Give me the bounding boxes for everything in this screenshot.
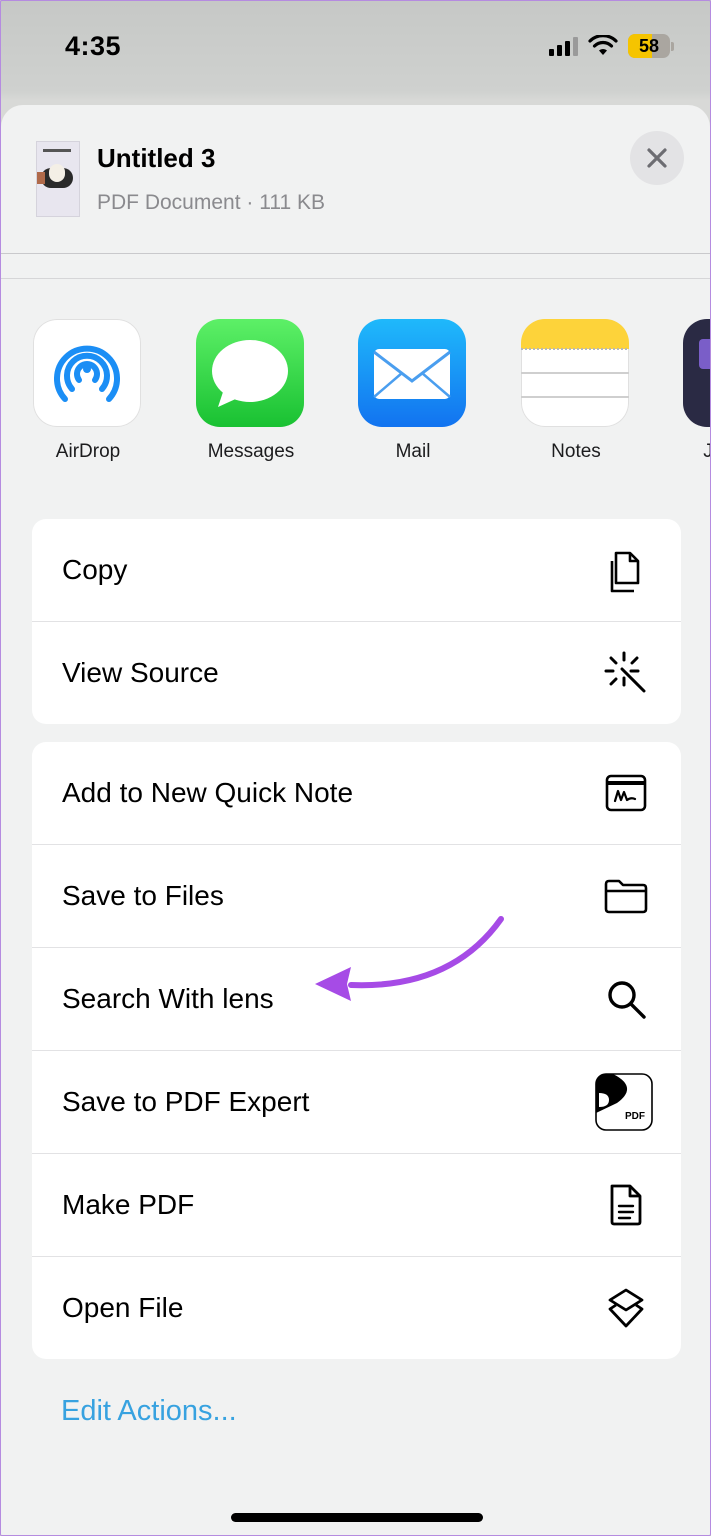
- action-label: Save to Files: [62, 880, 224, 911]
- app-partial[interactable]: J: [683, 319, 710, 462]
- action-label: Save to PDF Expert: [62, 1086, 310, 1117]
- actions-group-1: Copy View Source: [32, 519, 681, 724]
- folder-icon: [601, 871, 651, 921]
- app-label: Messages: [207, 441, 295, 462]
- battery-percent: 58: [638, 35, 660, 56]
- wifi-icon: [588, 35, 618, 55]
- people-row-divider: [1, 278, 710, 279]
- edit-actions-link[interactable]: Edit Actions...: [61, 1395, 237, 1428]
- header-divider: [1, 253, 710, 254]
- app-icon: [683, 319, 710, 427]
- battery-icon: 58: [628, 34, 670, 58]
- document-icon: [601, 1180, 651, 1230]
- app-airdrop[interactable]: AirDrop: [33, 319, 143, 462]
- status-icons: 58: [549, 34, 674, 58]
- action-label: View Source: [62, 657, 219, 688]
- layers-icon: [601, 1283, 651, 1333]
- share-sheet: Untitled 3 PDF Document · 111 KB AirDrop…: [1, 105, 710, 1535]
- app-mail[interactable]: Mail: [358, 319, 468, 462]
- quick-note-icon: [601, 768, 651, 818]
- action-open-file[interactable]: Open File: [32, 1257, 681, 1359]
- action-label: Open File: [62, 1292, 184, 1323]
- battery-indicator: 58: [628, 34, 674, 58]
- app-label: Mail: [395, 441, 431, 462]
- cellular-signal-icon: [549, 36, 578, 56]
- close-icon: [647, 148, 667, 168]
- action-label: Make PDF: [62, 1189, 195, 1220]
- action-add-quick-note[interactable]: Add to New Quick Note: [32, 742, 681, 845]
- actions-group-2: Add to New Quick Note Save to Files Sear…: [32, 742, 681, 1359]
- magic-wand-icon: [601, 648, 651, 698]
- notes-icon: [521, 319, 629, 427]
- annotation-arrow: [315, 916, 504, 1001]
- action-copy[interactable]: Copy: [32, 519, 681, 622]
- search-icon: [601, 974, 651, 1024]
- airdrop-icon: [33, 319, 141, 427]
- copy-icon: [601, 545, 651, 595]
- document-thumbnail: [36, 141, 80, 217]
- battery-nub: [671, 41, 674, 51]
- action-label: Add to New Quick Note: [62, 777, 354, 808]
- document-header: Untitled 3 PDF Document · 111 KB: [1, 105, 710, 253]
- close-button[interactable]: [630, 131, 684, 185]
- mail-icon: [358, 319, 466, 427]
- document-title: Untitled 3: [97, 143, 216, 173]
- status-time: 4:35: [65, 31, 122, 61]
- action-save-to-pdf-expert[interactable]: Save to PDF Expert PDF: [32, 1051, 681, 1154]
- pdf-expert-label: PDF: [625, 1111, 645, 1122]
- app-label: AirDrop: [55, 441, 121, 462]
- screen: 4:35 58 Untitled 3 PDF Document · 111 KB: [0, 0, 711, 1536]
- app-label: J: [633, 441, 710, 463]
- action-label: Search With lens: [62, 983, 274, 1014]
- pdf-expert-icon: PDF: [595, 1073, 653, 1131]
- app-notes[interactable]: Notes: [521, 319, 631, 462]
- home-indicator: [231, 1513, 483, 1522]
- document-subtitle: PDF Document · 111 KB: [97, 191, 325, 214]
- action-view-source[interactable]: View Source: [32, 622, 681, 724]
- app-messages[interactable]: Messages: [196, 319, 306, 462]
- app-label: Notes: [551, 441, 601, 462]
- action-make-pdf[interactable]: Make PDF: [32, 1154, 681, 1257]
- messages-icon: [196, 319, 304, 427]
- action-label: Copy: [62, 554, 128, 585]
- app-row: AirDrop Messages Mail Notes: [1, 319, 710, 469]
